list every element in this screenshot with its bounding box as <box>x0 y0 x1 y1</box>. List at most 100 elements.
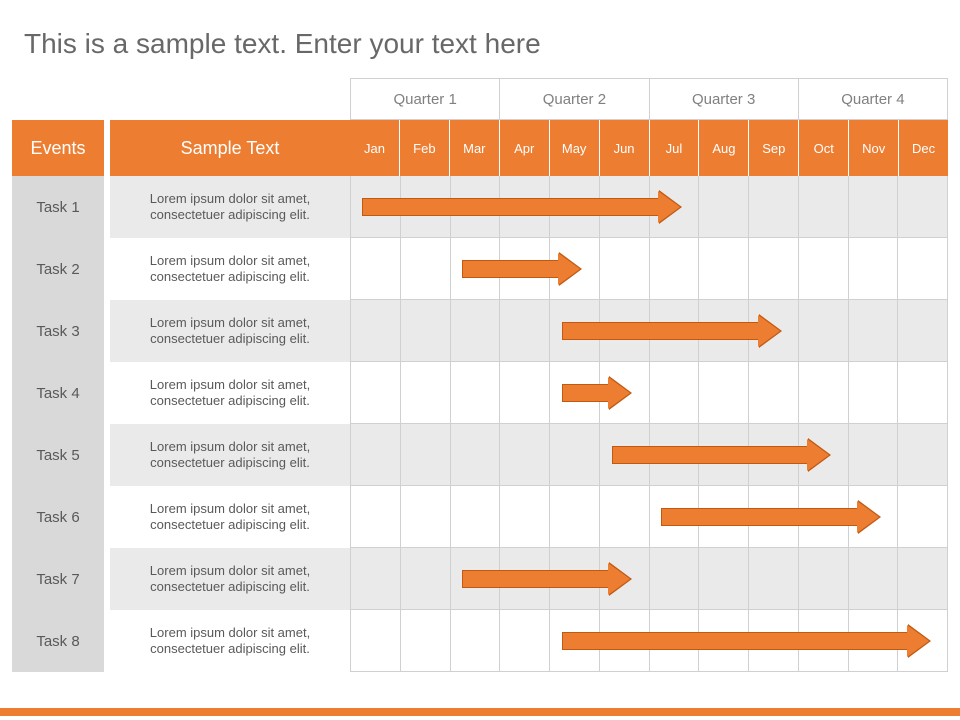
grid-cell <box>699 362 749 424</box>
quarter-header: Quarter 4 <box>799 78 948 120</box>
timeline-panel: Quarter 1Quarter 2Quarter 3Quarter 4 Jan… <box>350 78 948 672</box>
grid-cell <box>350 362 401 424</box>
grid-cell <box>401 238 451 300</box>
grid-cell <box>898 300 948 362</box>
task-row: Task 3Lorem ipsum dolor sit amet, consec… <box>12 300 350 362</box>
month-header: Jun <box>600 120 650 176</box>
grid-cell <box>849 362 899 424</box>
grid-cell <box>401 424 451 486</box>
month-header: Aug <box>699 120 749 176</box>
grid-cell <box>749 548 799 610</box>
grid-row <box>350 238 948 300</box>
grid-cell <box>650 238 700 300</box>
month-header: Dec <box>899 120 948 176</box>
left-headers: Events Sample Text <box>12 120 350 176</box>
task-name-cell: Task 3 <box>12 300 104 362</box>
task-desc-cell: Lorem ipsum dolor sit amet, consectetuer… <box>110 424 350 486</box>
grid-cell <box>898 238 948 300</box>
quarter-row: Quarter 1Quarter 2Quarter 3Quarter 4 <box>350 78 948 120</box>
gantt-wrapper: Events Sample Text Task 1Lorem ipsum dol… <box>0 78 960 672</box>
grid-cell <box>749 362 799 424</box>
grid-cell <box>600 486 650 548</box>
gantt-arrow <box>661 508 858 526</box>
task-desc-cell: Lorem ipsum dolor sit amet, consectetuer… <box>110 300 350 362</box>
task-name-cell: Task 5 <box>12 424 104 486</box>
grid-cell <box>500 610 550 672</box>
grid-cell <box>749 176 799 238</box>
month-header: Apr <box>500 120 550 176</box>
grid-cell <box>898 362 948 424</box>
grid-cell <box>500 486 550 548</box>
grid-row <box>350 548 948 610</box>
task-name-cell: Task 7 <box>12 548 104 610</box>
month-header: Jul <box>650 120 700 176</box>
timeline-grid <box>350 176 948 672</box>
grid-cell <box>350 238 401 300</box>
month-header: Oct <box>799 120 849 176</box>
grid-cell <box>749 238 799 300</box>
grid-cell <box>401 486 451 548</box>
grid-cell <box>401 300 451 362</box>
task-name-cell: Task 4 <box>12 362 104 424</box>
footer-accent-bar <box>0 708 960 716</box>
task-desc-cell: Lorem ipsum dolor sit amet, consectetuer… <box>110 486 350 548</box>
left-panel: Events Sample Text Task 1Lorem ipsum dol… <box>12 78 350 672</box>
grid-cell <box>500 362 550 424</box>
grid-cell <box>500 300 550 362</box>
grid-cell <box>799 176 849 238</box>
grid-cell <box>600 238 650 300</box>
month-header: Sep <box>749 120 799 176</box>
grid-cell <box>451 486 501 548</box>
gantt-arrow <box>562 632 908 650</box>
grid-cell <box>500 424 550 486</box>
gantt-arrow <box>612 446 809 464</box>
gantt-arrow <box>362 198 659 216</box>
grid-cell <box>550 486 600 548</box>
grid-cell <box>699 176 749 238</box>
task-desc-cell: Lorem ipsum dolor sit amet, consectetuer… <box>110 548 350 610</box>
month-header: Jan <box>350 120 400 176</box>
task-row: Task 8Lorem ipsum dolor sit amet, consec… <box>12 610 350 672</box>
grid-cell <box>350 610 401 672</box>
grid-cell <box>898 486 948 548</box>
grid-cell <box>451 362 501 424</box>
grid-cell <box>401 610 451 672</box>
grid-cell <box>401 548 451 610</box>
grid-cell <box>849 548 899 610</box>
grid-cell <box>849 238 899 300</box>
grid-cell <box>849 300 899 362</box>
grid-cell <box>898 424 948 486</box>
header-sample-text: Sample Text <box>110 120 350 176</box>
task-row: Task 7Lorem ipsum dolor sit amet, consec… <box>12 548 350 610</box>
grid-cell <box>849 176 899 238</box>
month-header: Nov <box>849 120 899 176</box>
grid-cell <box>699 238 749 300</box>
task-name-cell: Task 8 <box>12 610 104 672</box>
grid-cell <box>799 300 849 362</box>
task-desc-cell: Lorem ipsum dolor sit amet, consectetuer… <box>110 176 350 238</box>
quarter-header: Quarter 3 <box>650 78 799 120</box>
task-desc-cell: Lorem ipsum dolor sit amet, consectetuer… <box>110 238 350 300</box>
grid-cell <box>650 362 700 424</box>
task-row: Task 1Lorem ipsum dolor sit amet, consec… <box>12 176 350 238</box>
month-header: May <box>550 120 600 176</box>
grid-cell <box>451 424 501 486</box>
gantt-arrow <box>562 384 609 402</box>
grid-cell <box>350 548 401 610</box>
task-name-cell: Task 6 <box>12 486 104 548</box>
task-row: Task 5Lorem ipsum dolor sit amet, consec… <box>12 424 350 486</box>
grid-cell <box>550 424 600 486</box>
grid-cell <box>350 424 401 486</box>
grid-cell <box>799 238 849 300</box>
grid-cell <box>849 424 899 486</box>
month-row: JanFebMarAprMayJunJulAugSepOctNovDec <box>350 120 948 176</box>
gantt-arrow <box>462 570 609 588</box>
grid-cell <box>898 176 948 238</box>
task-name-cell: Task 1 <box>12 176 104 238</box>
grid-row <box>350 362 948 424</box>
quarter-header: Quarter 1 <box>350 78 500 120</box>
grid-cell <box>350 300 401 362</box>
grid-cell <box>451 610 501 672</box>
task-row: Task 4Lorem ipsum dolor sit amet, consec… <box>12 362 350 424</box>
task-row: Task 2Lorem ipsum dolor sit amet, consec… <box>12 238 350 300</box>
